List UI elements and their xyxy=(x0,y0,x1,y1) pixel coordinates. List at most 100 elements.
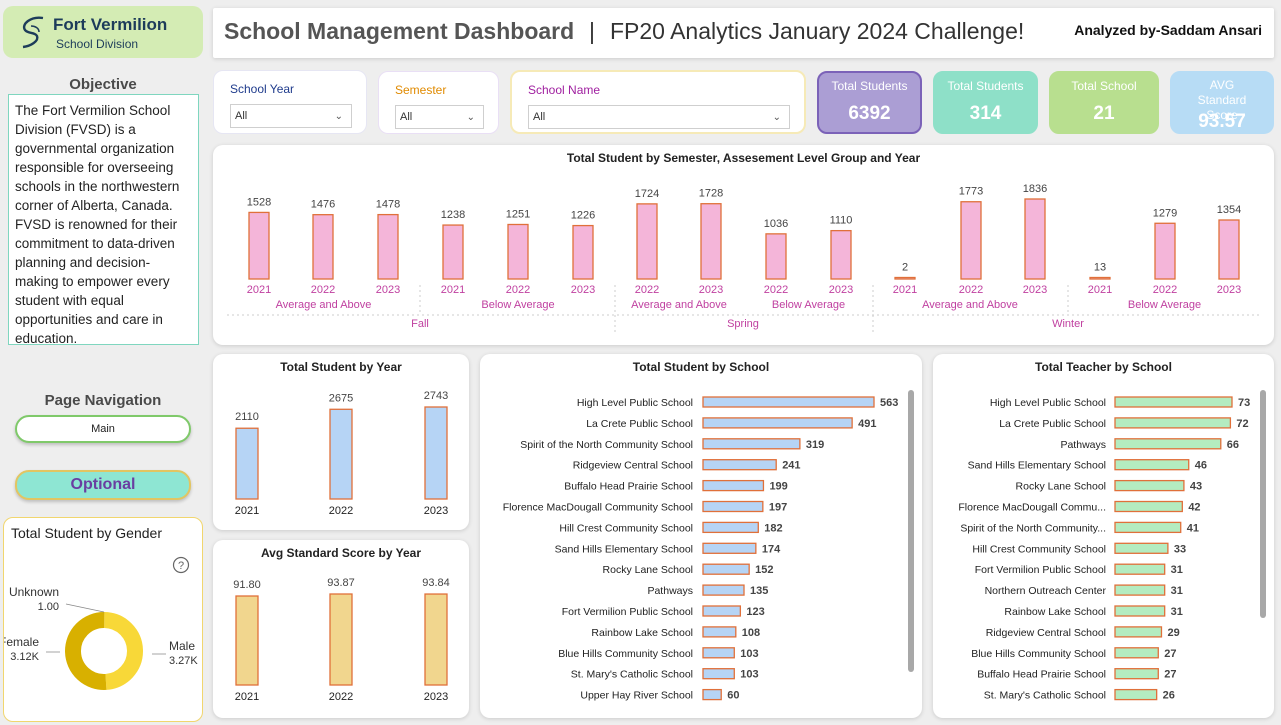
semester-dropdown[interactable]: All ⌄ xyxy=(395,105,484,129)
gender-label: Male xyxy=(169,639,195,653)
kpi-value: 21 xyxy=(1093,103,1115,124)
assessment-level-label: Average and Above xyxy=(922,299,1018,311)
semester-bar-value: 1728 xyxy=(699,188,723,200)
semester-bar-value: 1279 xyxy=(1153,207,1177,219)
optional-page-button[interactable]: Optional xyxy=(15,470,191,500)
year-bar-value: 91.80 xyxy=(233,579,261,591)
school-bar-value: 182 xyxy=(764,522,782,534)
school-year-dropdown[interactable]: All ⌄ xyxy=(230,104,352,128)
semester-slicer: Semester All ⌄ xyxy=(378,71,499,134)
school-name-label: Buffalo Head Prairie School xyxy=(564,481,693,493)
help-icon[interactable]: ? xyxy=(172,556,190,574)
gender-value: 3.27K xyxy=(169,655,198,667)
kpi-value: 6392 xyxy=(848,103,891,124)
semester-bar-value: 1724 xyxy=(635,188,659,200)
page-navigation-heading: Page Navigation xyxy=(44,392,162,409)
school-name-label: Rocky Lane School xyxy=(603,564,693,576)
school-bar-value: 27 xyxy=(1164,669,1176,681)
school-name-label: Fort Vermilion Public School xyxy=(562,606,693,618)
year-axis-label: 2023 xyxy=(424,691,448,703)
school-name-label: Hill Crest Community School xyxy=(559,522,693,534)
main-page-button[interactable]: Main xyxy=(15,415,191,443)
school-bar xyxy=(702,438,801,450)
school-bar xyxy=(702,584,745,596)
year-bar xyxy=(329,408,353,500)
year-bar xyxy=(329,593,353,686)
school-bar xyxy=(1114,626,1163,638)
semester-year-label: 2023 xyxy=(376,284,400,296)
school-bar xyxy=(702,688,722,701)
semester-bar-value: 1226 xyxy=(571,210,595,222)
school-year-value: All xyxy=(235,110,248,122)
semester-bar xyxy=(248,211,270,280)
semester-year-label: 2022 xyxy=(1153,284,1177,296)
school-bar-value: 42 xyxy=(1188,502,1200,514)
kpi-total-school: Total School 21 xyxy=(1049,71,1159,134)
school-name-dropdown[interactable]: All ⌄ xyxy=(528,105,790,129)
school-bar xyxy=(1114,688,1158,701)
scrollbar[interactable] xyxy=(908,390,914,672)
school-bar-value: 103 xyxy=(740,648,758,660)
semester-year-label: 2022 xyxy=(311,284,335,296)
semester-year-label: 2021 xyxy=(247,284,271,296)
school-name-label: Northern Outreach Center xyxy=(985,585,1107,597)
page-subtitle: FP20 Analytics January 2024 Challenge! xyxy=(610,18,1025,44)
kpi-title: Total Students xyxy=(947,79,1024,93)
school-bar-value: 46 xyxy=(1195,460,1207,472)
year-chart-card: Total Student by Year 2110 2021 2675 2022 27… xyxy=(213,354,469,530)
semester-bar xyxy=(507,223,529,280)
analyzed-by: Analyzed by-Saddam Ansari xyxy=(1074,22,1262,38)
year-bar xyxy=(235,427,259,500)
semester-bar xyxy=(830,229,852,280)
logo-swoosh-icon xyxy=(22,16,44,49)
kpi-title: Total Students xyxy=(831,79,908,93)
gender-label: Unknown xyxy=(9,585,59,599)
objective-heading: Objective xyxy=(69,76,137,93)
school-bar xyxy=(1114,521,1182,534)
school-bar-value: 43 xyxy=(1190,481,1202,493)
scrollbar[interactable] xyxy=(1260,390,1266,618)
school-bar-value: 26 xyxy=(1163,690,1175,702)
semester-value: All xyxy=(400,111,413,123)
school-bar-value: 197 xyxy=(769,502,787,514)
school-bar xyxy=(702,605,742,617)
school-year-slicer: School Year All ⌄ xyxy=(213,70,367,134)
assessment-level-label: Average and Above xyxy=(631,299,727,311)
students-by-year-chart: 2110 2021 2675 2022 2743 2023 xyxy=(235,390,448,517)
gender-donut-chart: Unknown 1.00 Female 3.12K Male 3.27K xyxy=(4,585,198,690)
school-year-label: School Year xyxy=(230,82,295,96)
school-name-label: Sand Hills Elementary School xyxy=(555,543,693,555)
school-bar-value: 563 xyxy=(880,397,898,409)
school-bar xyxy=(702,417,853,429)
year-bar-value: 93.87 xyxy=(327,577,355,589)
svg-text:?: ? xyxy=(178,560,184,572)
school-name-label: Rainbow Lake School xyxy=(591,627,693,639)
year-bar-value: 93.84 xyxy=(422,577,450,589)
school-name-label: High Level Public School xyxy=(990,397,1106,409)
school-name-label: Blue Hills Community School xyxy=(558,648,693,660)
school-bar xyxy=(702,479,765,492)
gender-chart-card: Total Student by Gender ? Unknown 1.00 Fem… xyxy=(3,517,203,722)
semester-year-label: 2023 xyxy=(829,284,853,296)
semester-year-label: 2023 xyxy=(699,284,723,296)
year-bar-value: 2110 xyxy=(235,411,259,423)
kpi-value: 314 xyxy=(969,103,1002,124)
school-bar xyxy=(1114,542,1169,554)
semester-bar-value: 1478 xyxy=(376,199,400,211)
gender-chart-title: Total Student by Gender xyxy=(11,525,162,541)
gender-donut-slice xyxy=(103,612,143,690)
school-bar-value: 491 xyxy=(858,418,876,430)
logo-subtitle: School Division xyxy=(56,37,139,51)
school-bar-value: 241 xyxy=(782,460,800,472)
semester-bar xyxy=(312,214,334,280)
school-bar xyxy=(1114,668,1159,680)
avg-score-by-year-chart: 91.80 2021 93.87 2022 93.84 2023 xyxy=(233,577,450,703)
semester-bar xyxy=(765,233,787,280)
semester-bar-value: 1110 xyxy=(830,215,853,227)
semester-bar-value: 13 xyxy=(1094,262,1106,274)
year-axis-label: 2023 xyxy=(424,505,448,517)
school-bar-value: 60 xyxy=(727,690,739,702)
semester-label: Winter xyxy=(1052,318,1084,330)
school-bar-value: 41 xyxy=(1187,522,1199,534)
school-name-label: Pathways xyxy=(1060,439,1106,451)
